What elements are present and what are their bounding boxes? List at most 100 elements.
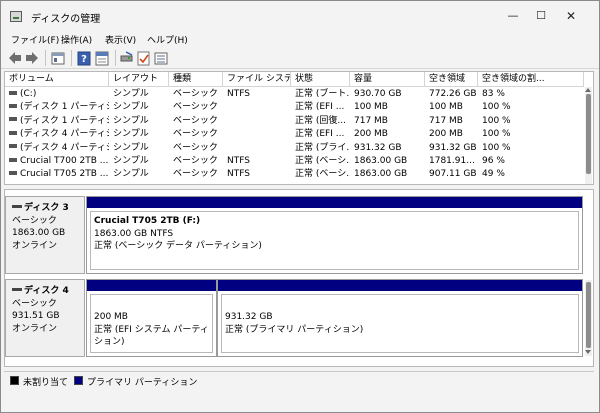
- scroll-down-arrow-icon[interactable]: [585, 350, 591, 354]
- column-header-status[interactable]: 状態: [291, 72, 350, 87]
- cell-free-space: 200 MB: [429, 129, 463, 140]
- volume-name: (C:): [20, 89, 37, 99]
- cell-volume: (C:): [5, 88, 109, 101]
- cell-filesystem: [223, 128, 291, 141]
- cell-volume: (ディスク 4 パーティショ...: [5, 142, 109, 155]
- menu-view[interactable]: 表示(V): [105, 33, 136, 46]
- menu-help[interactable]: ヘルプ(H): [147, 33, 188, 46]
- cell-layout: シンプル: [113, 115, 149, 126]
- column-header-filesystem[interactable]: ファイル システム: [223, 72, 291, 87]
- disk-4-status: オンライン: [12, 323, 58, 334]
- cell-status: 正常 (EFI ...: [295, 129, 345, 140]
- maximize-button[interactable]: ☐: [527, 7, 555, 25]
- volume-icon: [9, 170, 17, 175]
- volume-icon: [9, 157, 17, 162]
- volume-name: Crucial T705 2TB ...: [20, 169, 109, 180]
- table-row[interactable]: (C:) シンプル ベーシック NTFS 正常 (ブート... 930.70 GB 772.…: [5, 88, 583, 101]
- cell-layout: シンプル: [113, 142, 149, 153]
- minimize-button[interactable]: —: [499, 7, 527, 25]
- cell-type: ベーシック: [173, 129, 218, 140]
- cell-volume: (ディスク 1 パーティショ...: [5, 115, 109, 128]
- column-header-volume[interactable]: ボリューム: [5, 72, 109, 87]
- toolbar: ?: [1, 47, 599, 69]
- legend-primary-label: プライマリ パーティション: [87, 378, 198, 388]
- cell-free-percent: 83 %: [482, 89, 505, 99]
- disk-4-partition-efi[interactable]: 200 MB 正常 (EFI システム パーティション): [86, 279, 217, 357]
- volume-list-scroll-thumb[interactable]: [586, 94, 591, 174]
- primary-partition-bar: [87, 197, 582, 208]
- cell-capacity: 1863.00 GB: [354, 169, 408, 180]
- cell-free-percent: 96 %: [482, 156, 505, 166]
- partition-status: 正常 (プライマリ パーティション): [225, 324, 364, 335]
- menu-bar: ファイル(F) 操作(A) 表示(V) ヘルプ(H): [1, 31, 599, 47]
- cell-status: 正常 (回復...: [295, 115, 346, 126]
- partition-status: 正常 (ベーシック データ パーティション): [94, 241, 262, 251]
- cell-type: ベーシック: [173, 89, 218, 99]
- cell-volume: Crucial T705 2TB ...: [5, 168, 109, 181]
- cell-filesystem: NTFS: [227, 156, 250, 166]
- table-row[interactable]: (ディスク 1 パーティショ... シンプル ベーシック 正常 (EFI ... 100…: [5, 101, 583, 114]
- disk-3-status: オンライン: [12, 240, 58, 251]
- disk-3-partition-f[interactable]: Crucial T705 2TB (F:) 1863.00 GB NTFS 正常…: [86, 196, 583, 274]
- volume-list-scrollbar[interactable]: [585, 87, 592, 184]
- cell-filesystem: [223, 142, 291, 155]
- cell-layout: シンプル: [113, 129, 149, 140]
- svg-text:?: ?: [81, 54, 87, 65]
- disk-management-window: ディスクの管理 — ☐ ✕ ファイル(F) 操作(A) 表示(V) ヘルプ(H)…: [0, 0, 600, 413]
- disk-view-scroll-thumb[interactable]: [586, 282, 591, 348]
- disk-view-scrollbar[interactable]: [585, 280, 592, 356]
- disk-management-app-icon: [10, 11, 22, 22]
- column-header-type[interactable]: 種類: [169, 72, 223, 87]
- disk-icon[interactable]: [120, 50, 134, 66]
- disk-4-name: ディスク 4: [24, 286, 69, 296]
- help-topics-icon[interactable]: [95, 50, 109, 66]
- volume-icon: [9, 117, 17, 122]
- properties-icon[interactable]: [51, 50, 65, 66]
- disk-4-label[interactable]: ディスク 4 ベーシック 931.51 GB オンライン: [5, 279, 85, 357]
- cell-type: ベーシック: [173, 156, 218, 166]
- menu-action[interactable]: 操作(A): [61, 33, 92, 46]
- column-header-layout[interactable]: レイアウト: [109, 72, 169, 87]
- cell-free-space: 772.26 GB: [429, 89, 477, 99]
- table-row[interactable]: Crucial T700 2TB ... シンプル ベーシック NTFS 正常 (ベーシ…: [5, 155, 583, 168]
- column-header-capacity[interactable]: 容量: [350, 72, 425, 87]
- check-icon[interactable]: [137, 50, 151, 66]
- disk-3-label[interactable]: ディスク 3 ベーシック 1863.00 GB オンライン: [5, 196, 85, 274]
- cell-free-space: 931.32 GB: [429, 142, 477, 153]
- menu-file[interactable]: ファイル(F): [11, 33, 59, 46]
- back-icon[interactable]: [8, 50, 22, 66]
- cell-layout: シンプル: [113, 156, 149, 166]
- legend-unallocated-label: 未割り当て: [23, 378, 69, 388]
- cell-status: 正常 (ベーシ...: [295, 169, 350, 180]
- table-row[interactable]: (ディスク 4 パーティショ... シンプル ベーシック 正常 (プライ... 931.…: [5, 142, 583, 155]
- cell-free-percent: 100 %: [482, 129, 511, 140]
- cell-free-space: 907.11 GB: [429, 169, 477, 180]
- legend-primary-swatch: [74, 376, 83, 385]
- disk-graphical-view: ディスク 3 ベーシック 1863.00 GB オンライン Crucial T7…: [4, 189, 594, 367]
- cell-layout: シンプル: [113, 102, 149, 113]
- table-row[interactable]: (ディスク 4 パーティショ... シンプル ベーシック 正常 (EFI ... 200…: [5, 128, 583, 141]
- table-row[interactable]: (ディスク 1 パーティショ... シンプル ベーシック 正常 (回復... 717 M…: [5, 115, 583, 128]
- column-header-free-percent[interactable]: 空き領域の割...: [478, 72, 584, 87]
- close-button[interactable]: ✕: [557, 7, 585, 25]
- column-header-free-space[interactable]: 空き領域: [425, 72, 478, 87]
- partition-size: 1863.00 GB NTFS: [94, 228, 174, 239]
- cell-filesystem: NTFS: [227, 89, 250, 99]
- cell-free-percent: 49 %: [482, 169, 505, 180]
- scroll-up-arrow-icon[interactable]: [585, 88, 591, 92]
- legend-unallocated-swatch: [10, 376, 19, 385]
- disk-drive-icon: [12, 288, 22, 291]
- volume-name: (ディスク 1 パーティショ...: [20, 115, 109, 126]
- cell-free-space: 717 MB: [429, 115, 463, 126]
- cell-capacity: 100 MB: [354, 102, 388, 113]
- help-icon[interactable]: ?: [77, 50, 91, 66]
- disk-4-partition-primary[interactable]: 931.32 GB 正常 (プライマリ パーティション): [217, 279, 583, 357]
- cell-status: 正常 (ベーシ...: [295, 156, 350, 166]
- cell-filesystem: [223, 101, 291, 114]
- forward-icon[interactable]: [25, 50, 39, 66]
- table-row[interactable]: Crucial T705 2TB ... シンプル ベーシック NTFS 正常 (ベーシ…: [5, 168, 583, 181]
- cell-capacity: 1863.00 GB: [354, 156, 408, 166]
- list-view-icon[interactable]: [154, 50, 168, 66]
- cell-free-space: 1781.91...: [429, 156, 475, 166]
- status-bar: [1, 390, 599, 412]
